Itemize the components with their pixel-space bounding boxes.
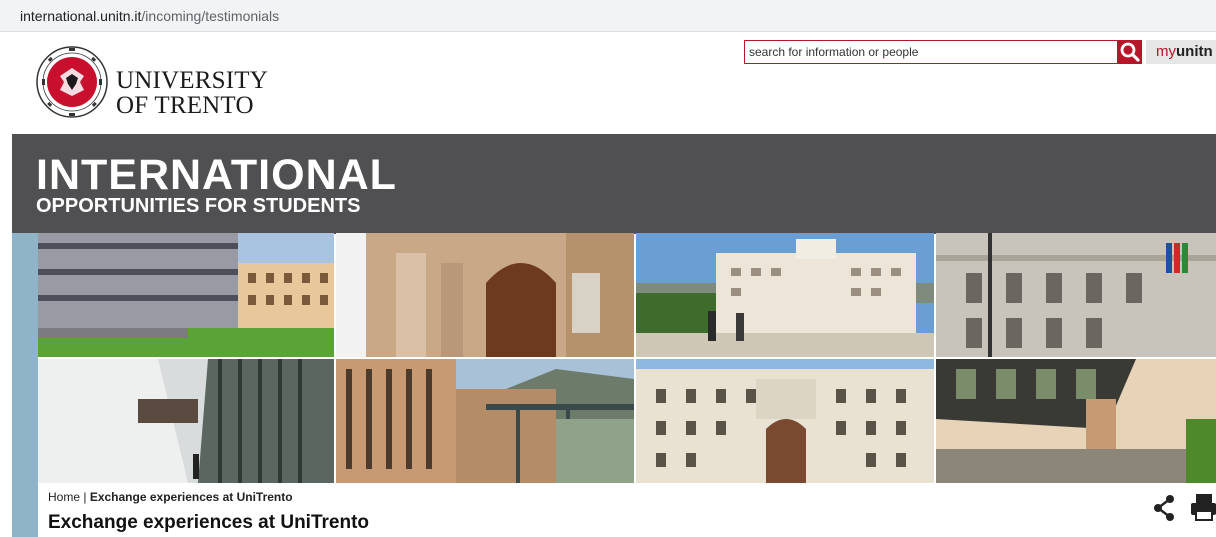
- breadcrumb-separator: |: [83, 490, 87, 504]
- share-button[interactable]: [1152, 494, 1176, 522]
- url-path: /incoming/testimonials: [141, 8, 280, 24]
- campus-photo-3: [636, 233, 934, 357]
- university-name-line2: OF TRENTO: [116, 92, 254, 119]
- university-logo[interactable]: UNIVERSITY OF TRENTO: [36, 46, 276, 122]
- campus-photo-2: [336, 233, 634, 357]
- university-name: UNIVERSITY OF TRENTO: [116, 68, 268, 118]
- campus-photo-7: [636, 359, 934, 483]
- print-icon: [1191, 494, 1216, 521]
- campus-photo-6: [336, 359, 634, 483]
- university-name-line1: UNIVERSITY: [116, 67, 268, 94]
- campus-photo-5: [38, 359, 334, 483]
- page-title: Exchange experiences at UniTrento: [48, 512, 370, 533]
- banner-title: INTERNATIONAL: [36, 151, 397, 199]
- campus-photo-grid: [38, 233, 1216, 483]
- left-accent-strip: [12, 233, 38, 537]
- banner: INTERNATIONAL OPPORTUNITIES FOR STUDENTS: [12, 134, 1216, 234]
- url-text[interactable]: international.unitn.it/incoming/testimon…: [20, 8, 279, 24]
- breadcrumb: Home | Exchange experiences at UniTrento: [48, 490, 293, 504]
- search-box[interactable]: [744, 40, 1118, 64]
- search-button[interactable]: [1118, 40, 1142, 64]
- banner-subtitle: OPPORTUNITIES FOR STUDENTS: [36, 195, 361, 217]
- campus-photo-8: [936, 359, 1216, 483]
- university-seal-icon: [36, 46, 108, 118]
- browser-address-bar[interactable]: international.unitn.it/incoming/testimon…: [0, 0, 1216, 32]
- breadcrumb-home-link[interactable]: Home: [48, 490, 80, 504]
- myunitn-prefix: my: [1156, 43, 1176, 60]
- url-host: international.unitn.it: [20, 8, 142, 24]
- search-icon: [1120, 42, 1140, 62]
- myunitn-suffix: unitn: [1176, 43, 1213, 60]
- print-button[interactable]: [1188, 492, 1216, 522]
- breadcrumb-current: Exchange experiences at UniTrento: [89, 490, 293, 504]
- share-icon: [1154, 495, 1174, 521]
- search-input[interactable]: [745, 41, 1109, 63]
- myunitn-link[interactable]: myunitn: [1146, 40, 1216, 64]
- campus-photo-4: [936, 233, 1216, 357]
- campus-photo-1: [38, 233, 334, 357]
